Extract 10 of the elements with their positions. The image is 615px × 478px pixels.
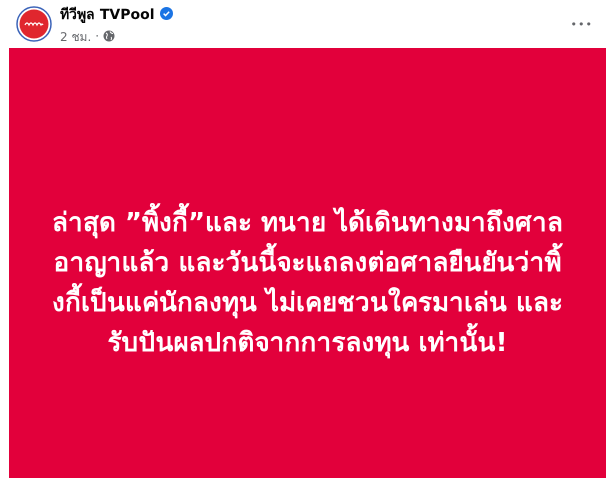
page-avatar[interactable] [16, 6, 52, 42]
post-image-text: งกี้เป็นแค่นักลงทุน ไม่เคยชวนใครมาเล่น และ [52, 285, 564, 321]
post-image-text: รับปันผลปกติจากการลงทุน เท่านั้น! [108, 325, 508, 361]
more-options-button[interactable]: ••• [566, 14, 597, 34]
post-image-text: อาญาแล้ว และวันนี้จะแถลงต่อศาลยืนยันว่าพิ้ [53, 245, 562, 281]
separator-dot: · [95, 29, 100, 43]
author-name[interactable]: ทีวีพูล TVPool [60, 2, 155, 24]
globe-icon [103, 30, 116, 42]
post-image-text: ล่าสุด ”พิ้งกี้”และ ทนาย ได้เดินทางมาถึงศาล [52, 205, 564, 241]
post-time[interactable]: 2 ชม. [60, 26, 92, 46]
